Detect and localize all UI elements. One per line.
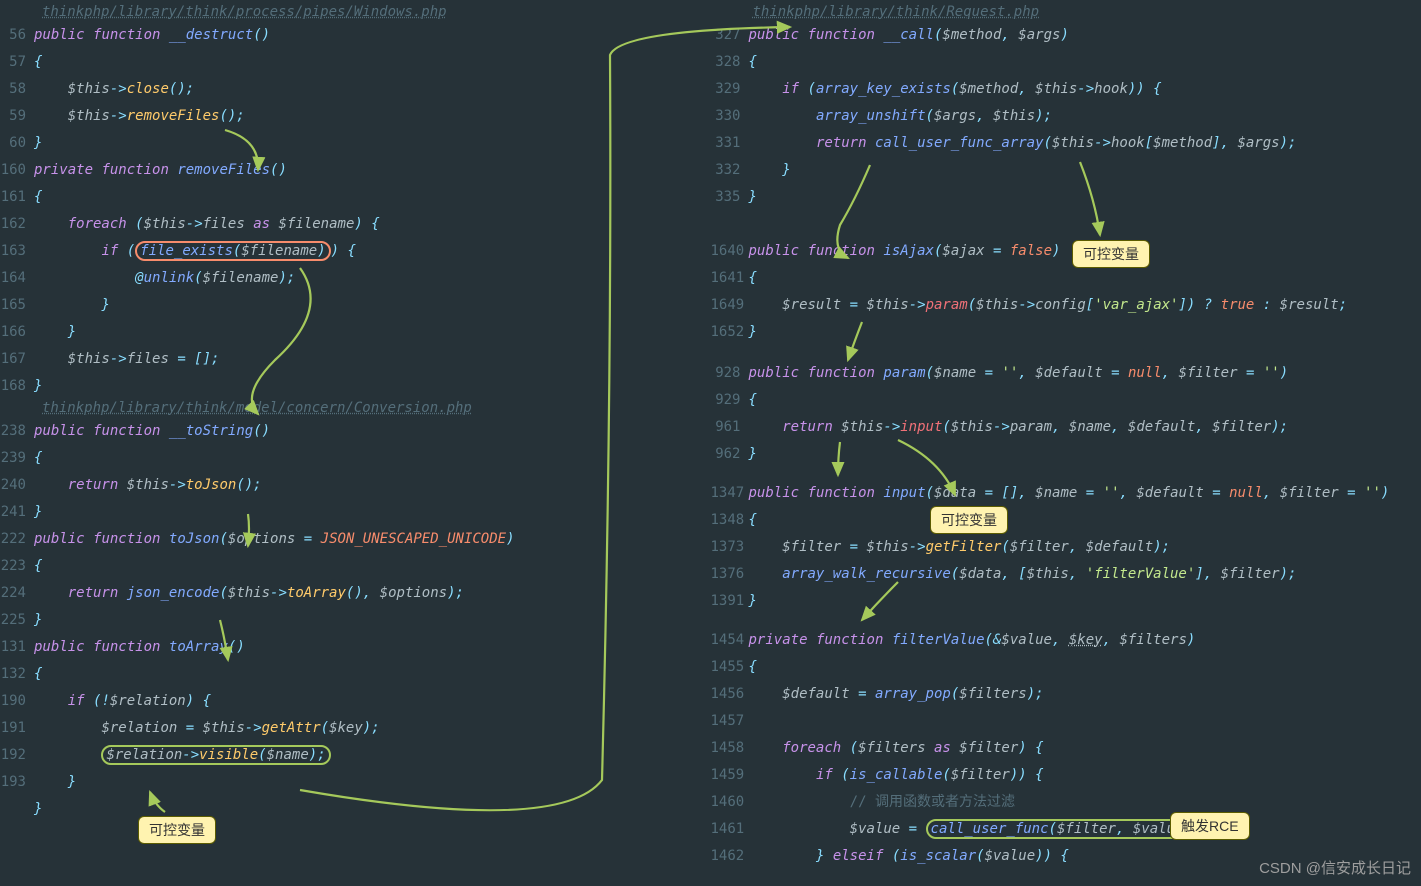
highlight-visible-call: $relation->visible($name); — [101, 745, 330, 765]
badge-controllable-3: 可控变量 — [930, 506, 1008, 534]
badge-controllable-2: 可控变量 — [1072, 240, 1150, 268]
badge-controllable-1: 可控变量 — [138, 816, 216, 844]
highlight-call-user-func: call_user_func($filter, $value) — [926, 819, 1197, 839]
left-code-panel: thinkphp/library/think/process/pipes/Win… — [0, 0, 711, 870]
badge-trigger-rce: 触发RCE — [1170, 812, 1250, 840]
file-path-2: thinkphp/library/think/model/concern/Con… — [42, 400, 711, 416]
file-path-1: thinkphp/library/think/process/pipes/Win… — [42, 4, 711, 20]
file-path-3: thinkphp/library/think/Request.php — [753, 4, 1421, 20]
highlight-file-exists: file_exists($filename) — [135, 241, 330, 261]
watermark: CSDN @信安成长日记 — [1259, 857, 1411, 878]
right-code-panel: thinkphp/library/think/Request.php 327pu… — [711, 0, 1421, 870]
